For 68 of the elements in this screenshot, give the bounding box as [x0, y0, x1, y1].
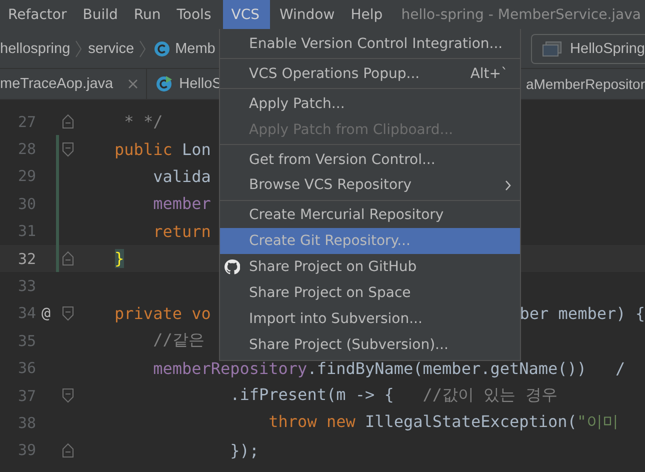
class-icon	[154, 40, 170, 56]
menu-item[interactable]: VCS Operations Popup... Alt+`	[220, 60, 520, 87]
menu-item[interactable]: Import into Subversion...	[220, 306, 520, 332]
code-line: });	[230, 440, 260, 460]
editor-tab[interactable]: aMemberRepositor	[526, 69, 645, 99]
line-number: 32	[16, 250, 36, 268]
menu-item[interactable]: Get from Version Control...	[220, 146, 520, 172]
chevron-icon	[139, 40, 146, 58]
fold-icon	[62, 306, 74, 321]
change-marker[interactable]	[56, 244, 59, 272]
line-number: 38	[16, 414, 36, 432]
close-icon	[128, 79, 138, 89]
breadcrumb-item[interactable]: Memb	[175, 40, 216, 56]
menu-bar-item[interactable]: Tools	[168, 0, 220, 29]
line-number: 28	[16, 140, 36, 158]
code-line: return	[153, 222, 211, 241]
code-line: member	[153, 194, 211, 214]
chevron-icon	[75, 40, 82, 58]
line-number: 34	[16, 304, 36, 322]
line-number: 31	[16, 222, 36, 240]
fold-icon	[62, 142, 74, 157]
window-icon	[542, 40, 562, 56]
change-marker[interactable]	[56, 190, 59, 218]
line-number: 27	[16, 112, 36, 131]
editor-tab[interactable]: meTraceAop.java	[0, 69, 148, 99]
line-number: 39	[16, 441, 36, 460]
line-number: 36	[16, 359, 36, 378]
change-marker[interactable]	[56, 135, 59, 163]
menu-item[interactable]: Create Mercurial Repository	[220, 202, 520, 228]
line-number: 33	[16, 277, 36, 296]
line-number: 30	[16, 194, 36, 213]
menu-bar-item[interactable]: Window	[272, 0, 343, 29]
menu-bar-item[interactable]: VCS	[223, 0, 270, 29]
menu-bar-item[interactable]: Run	[126, 0, 169, 29]
code-line: ber member) {	[520, 304, 645, 323]
code-line: throw new IllegalStateException("이미	[268, 412, 619, 434]
fold-icon	[62, 251, 74, 266]
menu-item[interactable]: Share Project on GitHub	[220, 254, 520, 280]
menu-bar-item[interactable]: Build	[74, 0, 126, 29]
change-marker[interactable]	[56, 162, 59, 190]
line-number: 29	[16, 167, 36, 186]
code-line: public Lon	[114, 140, 211, 159]
menu-bar-item[interactable]: Refactor	[0, 0, 75, 29]
code-line: .ifPresent(m -> { //값이 있는 경우	[230, 385, 558, 406]
gutter-mark[interactable]: @	[41, 304, 51, 322]
breadcrumb-item[interactable]: hellospring	[0, 40, 70, 56]
menu-item[interactable]: Apply Patch...	[220, 90, 520, 117]
runnable-class-icon	[156, 76, 172, 92]
fold-icon	[62, 114, 74, 130]
github-icon	[224, 259, 240, 276]
menu-item[interactable]: Enable Version Control Integration...	[220, 31, 520, 57]
fold-icon	[62, 442, 74, 458]
code-line: private vo	[114, 304, 211, 323]
line-number: 35	[16, 332, 36, 350]
run-configuration-selector[interactable]: HelloSpring	[531, 34, 645, 64]
menu-item[interactable]: Browse VCS Repository	[220, 172, 520, 198]
fold-icon	[62, 388, 74, 404]
menu-item[interactable]: Share Project on Space	[220, 280, 520, 306]
code-line: * */	[124, 112, 163, 132]
code-line: memberRepository.findByName(member.getName()) /	[153, 358, 626, 378]
menu-item[interactable]: Share Project (Subversion)...	[220, 332, 520, 358]
change-marker[interactable]	[56, 218, 59, 245]
code-line: //같은	[153, 330, 204, 352]
menu-bar-item[interactable]: Help	[342, 0, 391, 29]
code-line: valida	[153, 166, 211, 186]
window-title: hello-spring - MemberService.java	[401, 6, 642, 24]
line-number: 37	[16, 386, 36, 405]
breadcrumb-item[interactable]: service	[88, 40, 134, 56]
